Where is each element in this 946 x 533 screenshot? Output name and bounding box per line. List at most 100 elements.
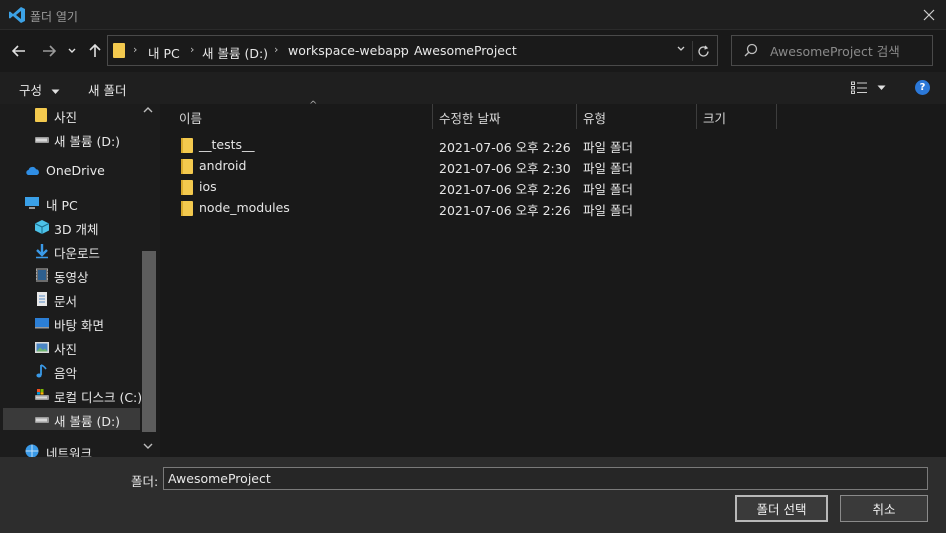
column-header-label: 수정한 날짜 bbox=[439, 111, 501, 126]
cancel-button[interactable]: 취소 bbox=[840, 495, 928, 522]
table-row[interactable]: android 2021-07-06 오후 2:30 파일 폴더 bbox=[180, 156, 740, 176]
organize-label: 구성 bbox=[19, 83, 43, 98]
column-header-type[interactable]: 유형 bbox=[577, 104, 697, 129]
back-button[interactable] bbox=[8, 40, 30, 62]
sidebar-item-documents[interactable]: 문서 bbox=[3, 288, 140, 310]
sidebar-item-label: 네트워크 bbox=[46, 446, 93, 457]
file-type: 파일 폴더 bbox=[583, 140, 633, 155]
onedrive-icon bbox=[26, 166, 39, 175]
sidebar-item-this-pc[interactable]: 내 PC bbox=[3, 192, 140, 214]
sidebar-item-label: 사진 bbox=[54, 342, 78, 357]
breadcrumb-separator: › bbox=[400, 43, 405, 56]
sidebar-item-label: 바탕 화면 bbox=[54, 318, 104, 333]
new-folder-button[interactable]: 새 폴더 bbox=[88, 80, 126, 99]
vscode-icon bbox=[9, 7, 25, 23]
help-button[interactable]: ? bbox=[915, 80, 930, 95]
sidebar-item-label: 다운로드 bbox=[54, 246, 101, 261]
command-bar: 구성 새 폴더 bbox=[0, 72, 946, 104]
folder-icon bbox=[113, 43, 125, 58]
address-bar[interactable]: › 내 PC › 새 볼륨 (D:) › workspace-webapp › … bbox=[107, 35, 718, 66]
breadcrumb-separator: › bbox=[190, 43, 195, 56]
new-folder-label: 새 폴더 bbox=[88, 83, 127, 98]
up-button[interactable] bbox=[84, 40, 106, 62]
desktop-icon bbox=[35, 318, 49, 329]
sidebar-item-pictures[interactable]: 사진 bbox=[3, 336, 140, 358]
sidebar-item-music[interactable]: 음악 bbox=[3, 360, 140, 382]
sidebar-item-label: 문서 bbox=[54, 294, 78, 309]
recent-locations-button[interactable] bbox=[64, 40, 80, 62]
close-button[interactable] bbox=[912, 0, 946, 30]
scroll-up-button[interactable] bbox=[143, 106, 153, 117]
organize-button[interactable]: 구성 bbox=[19, 80, 60, 99]
music-icon bbox=[36, 364, 47, 378]
folder-icon bbox=[181, 201, 193, 216]
arrow-right-icon bbox=[43, 45, 56, 57]
breadcrumb-separator: › bbox=[133, 43, 138, 56]
refresh-icon bbox=[698, 45, 709, 57]
file-modified: 2021-07-06 오후 2:26 bbox=[439, 203, 571, 218]
forward-button[interactable] bbox=[38, 40, 60, 62]
column-divider[interactable] bbox=[776, 104, 777, 129]
sidebar-scrollbar-thumb[interactable] bbox=[142, 251, 156, 432]
sidebar-item-network[interactable]: 네트워크 bbox=[3, 440, 140, 457]
sidebar-item-pictures-quick[interactable]: 사진 bbox=[3, 104, 140, 126]
file-list: 이름 ^ 수정한 날짜 유형 크기 __tests__ 2021-07-06 오… bbox=[160, 100, 946, 457]
file-name: android bbox=[199, 158, 247, 173]
column-header-label: 이름 bbox=[179, 111, 203, 126]
file-type: 파일 폴더 bbox=[583, 161, 633, 176]
title-bar: 폴더 열기 bbox=[0, 0, 946, 30]
chevron-up-icon bbox=[143, 107, 153, 113]
folder-name-input[interactable] bbox=[163, 467, 928, 490]
file-modified: 2021-07-06 오후 2:26 bbox=[439, 182, 571, 197]
drive-icon bbox=[35, 137, 49, 143]
sidebar-item-3d-objects[interactable]: 3D 개체 bbox=[3, 216, 140, 238]
video-icon bbox=[36, 268, 48, 282]
sidebar-item-volume-d-quick[interactable]: 새 볼륨 (D:) bbox=[3, 128, 140, 150]
sidebar-item-label: 3D 개체 bbox=[54, 222, 99, 237]
table-row[interactable]: node_modules 2021-07-06 오후 2:26 파일 폴더 bbox=[180, 198, 740, 218]
change-view-button[interactable] bbox=[851, 81, 887, 97]
address-dropdown-button[interactable] bbox=[676, 43, 692, 59]
search-input[interactable] bbox=[770, 42, 925, 60]
select-folder-button[interactable]: 폴더 선택 bbox=[735, 495, 828, 522]
sidebar-item-label: 사진 bbox=[54, 110, 78, 125]
sidebar-item-onedrive[interactable]: OneDrive bbox=[3, 160, 140, 182]
sidebar-item-downloads[interactable]: 다운로드 bbox=[3, 240, 140, 262]
navigation-pane: 사진 새 볼륨 (D:) OneDrive 내 PC 3D 개체 다운로드 동영… bbox=[0, 104, 160, 457]
breadcrumb-pc[interactable]: 내 PC bbox=[148, 43, 180, 62]
refresh-button[interactable] bbox=[692, 41, 714, 61]
sidebar-item-videos[interactable]: 동영상 bbox=[3, 264, 140, 286]
column-header-name[interactable]: 이름 ^ bbox=[173, 100, 433, 129]
sidebar-item-label: 동영상 bbox=[54, 270, 89, 285]
folder-icon bbox=[35, 108, 47, 122]
caret-down-icon bbox=[51, 89, 60, 94]
breadcrumb-drive[interactable]: 새 볼륨 (D:) bbox=[202, 43, 268, 62]
column-header-label: 유형 bbox=[583, 111, 607, 126]
document-icon bbox=[37, 292, 47, 306]
sidebar-item-desktop[interactable]: 바탕 화면 bbox=[3, 312, 140, 334]
chevron-down-icon bbox=[68, 48, 76, 53]
file-type: 파일 폴더 bbox=[583, 182, 633, 197]
file-name: __tests__ bbox=[199, 137, 255, 152]
breadcrumb-workspace[interactable]: workspace-webapp bbox=[288, 43, 409, 58]
search-box[interactable] bbox=[731, 35, 933, 66]
column-header-size[interactable]: 크기 bbox=[697, 104, 777, 129]
sidebar-item-label: 로컬 디스크 (C:) bbox=[54, 390, 143, 405]
breadcrumb-project[interactable]: AwesomeProject bbox=[414, 43, 517, 58]
sidebar-item-label: OneDrive bbox=[46, 163, 105, 178]
window-title: 폴더 열기 bbox=[30, 10, 78, 24]
file-type: 파일 폴더 bbox=[583, 203, 633, 218]
table-row[interactable]: ios 2021-07-06 오후 2:26 파일 폴더 bbox=[180, 177, 740, 197]
network-icon bbox=[25, 444, 39, 457]
file-modified: 2021-07-06 오후 2:26 bbox=[439, 140, 571, 155]
breadcrumb-separator: › bbox=[274, 43, 279, 56]
table-row[interactable]: __tests__ 2021-07-06 오후 2:26 파일 폴더 bbox=[180, 135, 740, 155]
scroll-down-button[interactable] bbox=[143, 442, 153, 453]
column-header-label: 크기 bbox=[703, 111, 727, 126]
arrow-left-icon bbox=[12, 45, 25, 57]
sidebar-item-volume-d[interactable]: 새 볼륨 (D:) bbox=[3, 408, 140, 430]
column-header-modified[interactable]: 수정한 날짜 bbox=[433, 104, 577, 129]
sidebar-item-local-disk-c[interactable]: 로컬 디스크 (C:) bbox=[3, 384, 143, 406]
caret-down-icon bbox=[877, 85, 886, 90]
sort-ascending-icon: ^ bbox=[309, 100, 318, 111]
